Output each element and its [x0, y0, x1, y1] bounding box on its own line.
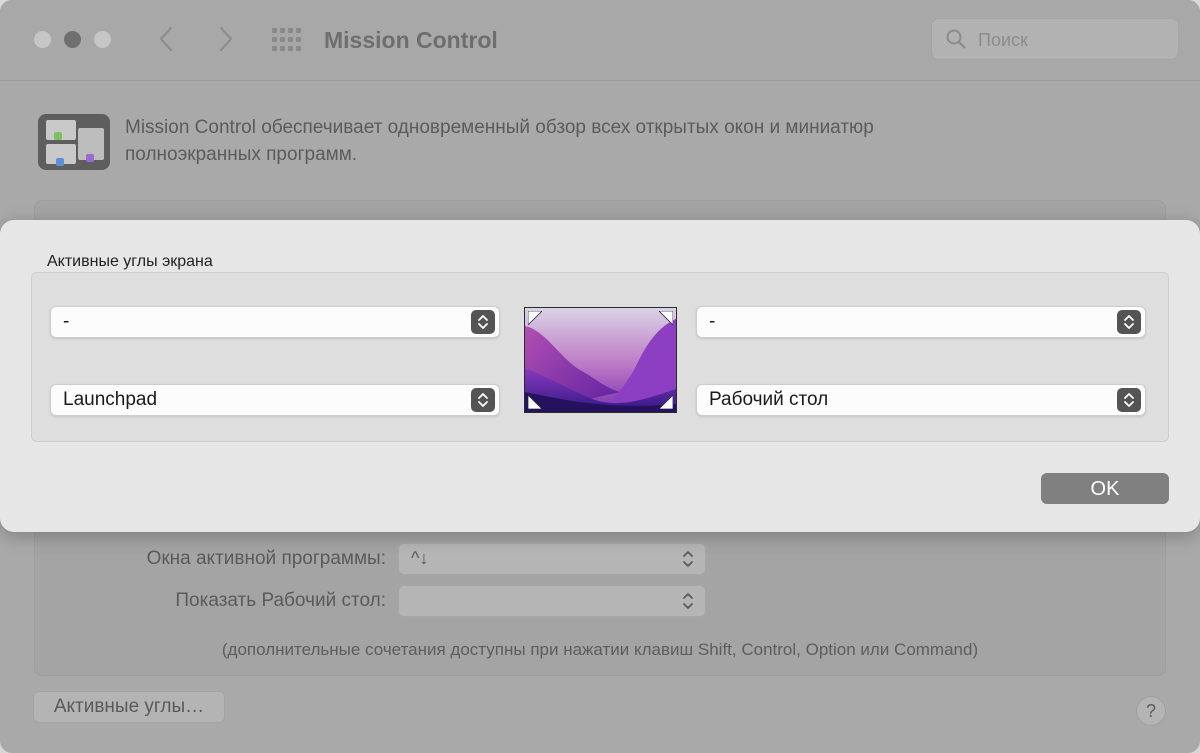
screen-preview-image	[524, 307, 677, 413]
preferences-window: Mission Control Mission Control обеспечи…	[0, 0, 1200, 753]
chevron-updown-icon	[471, 310, 495, 334]
app-windows-shortcut-select[interactable]: ^↓	[398, 543, 706, 575]
chevron-updown-icon	[683, 593, 693, 609]
corner-indicator-icon	[528, 395, 542, 409]
title-bar: Mission Control	[0, 0, 1200, 81]
forward-chevron-icon[interactable]	[210, 22, 240, 56]
search-field[interactable]	[931, 18, 1179, 60]
help-button[interactable]: ?	[1136, 696, 1166, 726]
hot-corners-button[interactable]: Активные углы…	[33, 691, 225, 723]
chevron-updown-icon	[683, 551, 693, 567]
description-text: Mission Control обеспечивает одновременн…	[125, 117, 874, 165]
show-desktop-label: Показать Рабочий стол:	[175, 590, 386, 611]
chevron-updown-icon	[471, 388, 495, 412]
corner-indicator-icon	[528, 311, 542, 325]
show-all-grid-icon[interactable]	[272, 28, 302, 52]
top-right-corner-select[interactable]: -	[696, 306, 1146, 338]
top-right-corner-value: -	[709, 311, 716, 332]
bottom-left-corner-select[interactable]: Launchpad	[50, 384, 500, 416]
modifier-hint-text: (дополнительные сочетания доступны при н…	[221, 640, 979, 659]
mission-control-app-icon	[38, 114, 110, 170]
sheet-title: Активные углы экрана	[47, 253, 213, 270]
ok-button[interactable]: OK	[1041, 473, 1169, 504]
close-window-button[interactable]	[34, 31, 51, 48]
window-title: Mission Control	[324, 27, 498, 53]
search-icon	[946, 29, 966, 49]
bottom-right-corner-value: Рабочий стол	[709, 389, 829, 410]
app-windows-label: Окна активной программы:	[146, 548, 386, 569]
top-left-corner-select[interactable]: -	[50, 306, 500, 338]
bottom-left-corner-value: Launchpad	[63, 389, 158, 410]
chevron-updown-icon	[1117, 310, 1141, 334]
back-chevron-icon[interactable]	[152, 22, 182, 56]
show-desktop-shortcut-select[interactable]	[398, 585, 706, 617]
corner-indicator-icon	[659, 311, 673, 325]
zoom-window-button[interactable]	[94, 31, 111, 48]
chevron-updown-icon	[1117, 388, 1141, 412]
top-left-corner-value: -	[63, 311, 70, 332]
hot-corners-sheet: Активные углы экрана - Launchpad - Рабоч…	[0, 220, 1200, 532]
bottom-right-corner-select[interactable]: Рабочий стол	[696, 384, 1146, 416]
search-input[interactable]	[976, 25, 1170, 55]
minimize-window-button[interactable]	[64, 31, 81, 48]
app-windows-shortcut-value: ^↓	[411, 548, 429, 568]
corner-indicator-icon	[659, 395, 673, 409]
